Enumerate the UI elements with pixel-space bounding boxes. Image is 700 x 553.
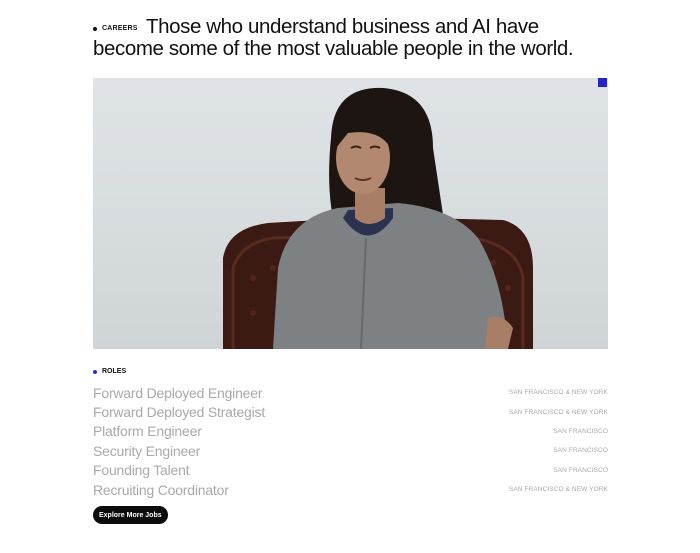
- roles-section-label: ROLES: [93, 368, 126, 375]
- headline-text: Those who understand business and AI hav…: [93, 15, 574, 60]
- hero-video-image: [223, 87, 533, 349]
- role-location: SAN FRANCISCO & NEW YORK: [508, 408, 608, 416]
- role-title[interactable]: Forward Deployed Strategist: [93, 404, 265, 420]
- hero-corner-marker: [598, 78, 607, 87]
- explore-more-jobs-button[interactable]: Explore More Jobs: [93, 506, 168, 524]
- roles-label-text: ROLES: [102, 368, 127, 375]
- hero-video[interactable]: [93, 78, 608, 349]
- role-item[interactable]: Platform Engineer SAN FRANCISCO: [93, 422, 608, 441]
- roles-list: Forward Deployed Engineer SAN FRANCISCO …: [93, 383, 608, 499]
- role-title[interactable]: Security Engineer: [93, 443, 200, 459]
- role-location: SAN FRANCISCO: [553, 447, 608, 455]
- role-item[interactable]: Security Engineer SAN FRANCISCO: [93, 441, 608, 460]
- role-location: SAN FRANCISCO: [553, 427, 608, 435]
- role-item[interactable]: Recruiting Coordinator SAN FRANCISCO & N…: [93, 480, 608, 499]
- role-item[interactable]: Founding Talent SAN FRANCISCO: [93, 461, 608, 480]
- role-location: SAN FRANCISCO & NEW YORK: [508, 389, 608, 397]
- role-title[interactable]: Forward Deployed Engineer: [93, 385, 263, 401]
- role-item[interactable]: Forward Deployed Engineer SAN FRANCISCO …: [93, 383, 608, 402]
- role-location: SAN FRANCISCO & NEW YORK: [508, 486, 608, 494]
- role-title[interactable]: Founding Talent: [93, 462, 190, 478]
- role-title[interactable]: Platform Engineer: [93, 423, 202, 439]
- role-title[interactable]: Recruiting Coordinator: [93, 482, 229, 498]
- page-headline: Those who understand business and AI hav…: [93, 16, 613, 60]
- bullet-dot-icon: [93, 369, 97, 374]
- role-location: SAN FRANCISCO: [553, 466, 608, 474]
- role-item[interactable]: Forward Deployed Strategist SAN FRANCISC…: [93, 402, 608, 421]
